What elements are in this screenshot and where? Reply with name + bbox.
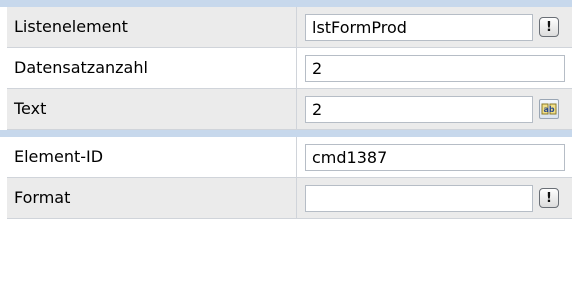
property-panel: Listenelement lstFormProd ! Datensatzanz… — [0, 0, 572, 289]
group-separator — [0, 130, 572, 137]
format-action-button[interactable]: ! — [539, 188, 559, 208]
property-row-format: Format ! — [7, 178, 572, 219]
listenelement-action-button[interactable]: ! — [539, 17, 559, 37]
property-label: Listenelement — [7, 7, 297, 47]
property-row-datensatzanzahl: Datensatzanzahl 2 — [7, 48, 572, 89]
property-row-element-id: Element-ID cmd1387 — [7, 137, 572, 178]
svg-text:ab: ab — [543, 105, 554, 114]
property-label: Format — [7, 178, 297, 218]
format-input[interactable] — [305, 185, 533, 212]
exclamation-icon: ! — [546, 19, 552, 35]
property-label: Text — [7, 89, 297, 129]
top-separator — [0, 0, 572, 7]
exclamation-icon: ! — [546, 190, 552, 206]
text-builder-icon: ab — [541, 103, 557, 115]
property-row-listenelement: Listenelement lstFormProd ! — [7, 7, 572, 48]
datensatzanzahl-input[interactable]: 2 — [305, 55, 565, 82]
property-row-text: Text 2 ab — [7, 89, 572, 130]
property-label: Element-ID — [7, 137, 297, 177]
text-input[interactable]: 2 — [305, 96, 533, 123]
element-id-input[interactable]: cmd1387 — [305, 144, 565, 171]
text-builder-button[interactable]: ab — [539, 99, 559, 119]
property-label: Datensatzanzahl — [7, 48, 297, 88]
listenelement-input[interactable]: lstFormProd — [305, 14, 533, 41]
